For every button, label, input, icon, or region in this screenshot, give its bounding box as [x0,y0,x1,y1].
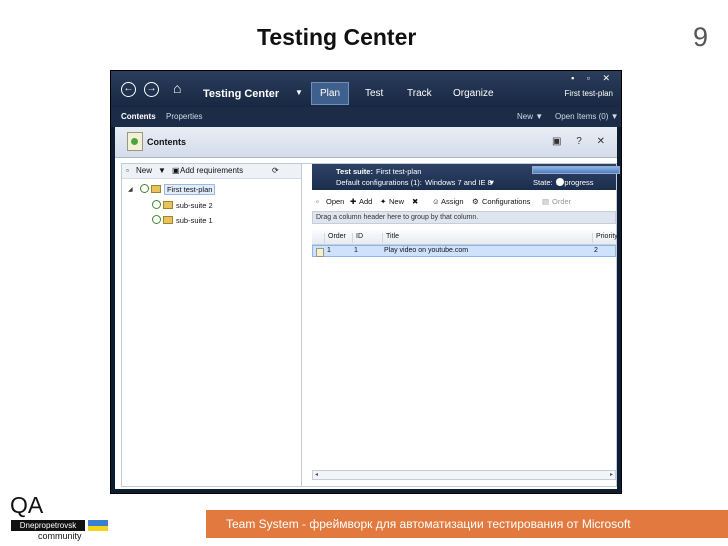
forward-arrow-icon[interactable]: → [144,82,159,97]
suite-name: First test-plan [376,167,422,176]
open-icon: ▫ [316,197,319,206]
title-bar: ▪ ▫ ✕ ← → ⌂ Testing Center ▼ Plan Test T… [111,71,621,107]
column-title[interactable]: Title [382,233,399,243]
open-button[interactable]: Open [326,197,344,206]
column-priority[interactable]: Priority [592,233,618,243]
new-icon: ✦ [380,197,387,206]
refresh-icon[interactable]: ⟳ [272,166,279,175]
slide-page-number: 9 [693,22,709,52]
slide-title: Testing Center [257,24,417,50]
configs-label: Default configurations (1): [336,178,422,187]
new-button[interactable]: New [389,197,404,206]
ukraine-flag-icon [88,520,108,531]
folder-icon [163,201,173,209]
window-controls[interactable]: ▪ ▫ ✕ [571,73,615,84]
contents-panel: Contents ▣ ? ✕ ▫ New ▼ ▣ Add requirement… [115,127,620,489]
tab-plan[interactable]: Plan [311,82,350,105]
state-label: State: [533,178,553,187]
suite-status-icon [152,215,161,224]
logo-community: community [38,531,82,541]
tab-test[interactable]: Test [365,88,383,99]
suite-status-icon [140,184,149,193]
grid-header: Order ID Title Priority [312,230,618,245]
open-items-menu[interactable]: Open Items (0) ▼ [555,112,619,121]
subtab-contents[interactable]: Contents [121,112,156,121]
column-order[interactable]: Order [324,233,346,243]
contents-header: Contents ▣ ? ✕ [115,127,617,158]
add-button[interactable]: Add [359,197,372,206]
progress-bar [532,166,620,174]
contents-header-buttons[interactable]: ▣ ? ✕ [552,136,611,147]
configs-value[interactable]: Windows 7 and IE 8 [425,178,492,187]
suite-label: Test suite: [336,167,373,176]
testing-center-window: ▪ ▫ ✕ ← → ⌂ Testing Center ▼ Plan Test T… [110,70,622,494]
test-toolbar: ▫ Open ✚ Add ✦ New ✖ ☺ Assign ⚙ Configur… [312,194,616,210]
subtab-properties[interactable]: Properties [166,112,202,121]
back-arrow-icon[interactable]: ← [121,82,136,97]
tab-track[interactable]: Track [407,88,432,99]
current-plan[interactable]: First test-plan [565,89,613,98]
horizontal-scrollbar[interactable]: ◂ ▸ [312,470,616,480]
home-icon[interactable]: ⌂ [173,80,181,96]
group-by-area[interactable]: Drag a column header here to group by th… [312,211,616,224]
test-plan-icon [127,132,143,151]
configurations-icon: ⚙ [472,197,479,206]
add-requirements-button[interactable]: Add requirements [180,166,243,175]
tree-node-sub-suite-2[interactable]: sub-suite 2 [152,200,213,210]
qa-logo: QA [10,492,44,518]
app-name: Testing Center [203,88,280,100]
cell-priority: 2 [594,247,598,254]
suite-details-pane: Test suite: First test-plan Default conf… [301,163,620,487]
new-page-icon[interactable]: ▫ [126,166,129,175]
order-button[interactable]: Order [552,197,571,206]
configs-dropdown-icon[interactable]: ▼ [488,178,495,187]
add-icon: ✚ [350,197,357,206]
suite-tree-pane: ▫ New ▼ ▣ Add requirements ⟳ ◢ First tes… [121,163,303,487]
tree-expander-icon[interactable]: ◢ [128,186,133,193]
column-id[interactable]: ID [352,233,363,243]
tree-node-root[interactable]: First test-plan [140,184,216,195]
tab-organize[interactable]: Organize [453,88,494,99]
sub-navigation: Contents Properties New ▼ Open Items (0)… [111,107,621,127]
scroll-left-icon[interactable]: ◂ [315,471,318,478]
tree-new-button[interactable]: New [136,166,152,175]
assign-icon: ☺ [432,197,440,206]
logo-city: Dnepropetrovsk [11,520,85,531]
suite-status-icon [152,200,161,209]
assign-button[interactable]: Assign [441,197,464,206]
app-dropdown-icon[interactable]: ▼ [295,88,303,97]
configurations-button[interactable]: Configurations [482,197,530,206]
add-requirements-icon[interactable]: ▣ [172,166,180,175]
cell-order: 1 [327,247,331,254]
table-row[interactable]: 1 1 Play video on youtube.com 2 [312,245,616,257]
contents-title: Contents [147,137,186,147]
footer-banner: Team System - фреймворк для автоматизаци… [206,510,728,538]
cell-id: 1 [354,247,358,254]
scroll-right-icon[interactable]: ▸ [610,471,613,478]
remove-icon[interactable]: ✖ [412,197,418,206]
tree-toolbar: ▫ New ▼ ▣ Add requirements ⟳ [122,164,302,179]
folder-icon [151,185,161,193]
folder-icon [163,216,173,224]
suite-header: Test suite: First test-plan Default conf… [312,164,620,190]
footer-text: Team System - фреймворк для автоматизаци… [226,517,631,531]
cell-title: Play video on youtube.com [384,247,469,254]
order-icon: ▤ [542,197,550,206]
new-menu[interactable]: New ▼ [517,112,543,121]
tree-new-dropdown-icon[interactable]: ▼ [158,166,166,175]
tree-node-sub-suite-1[interactable]: sub-suite 1 [152,215,213,225]
